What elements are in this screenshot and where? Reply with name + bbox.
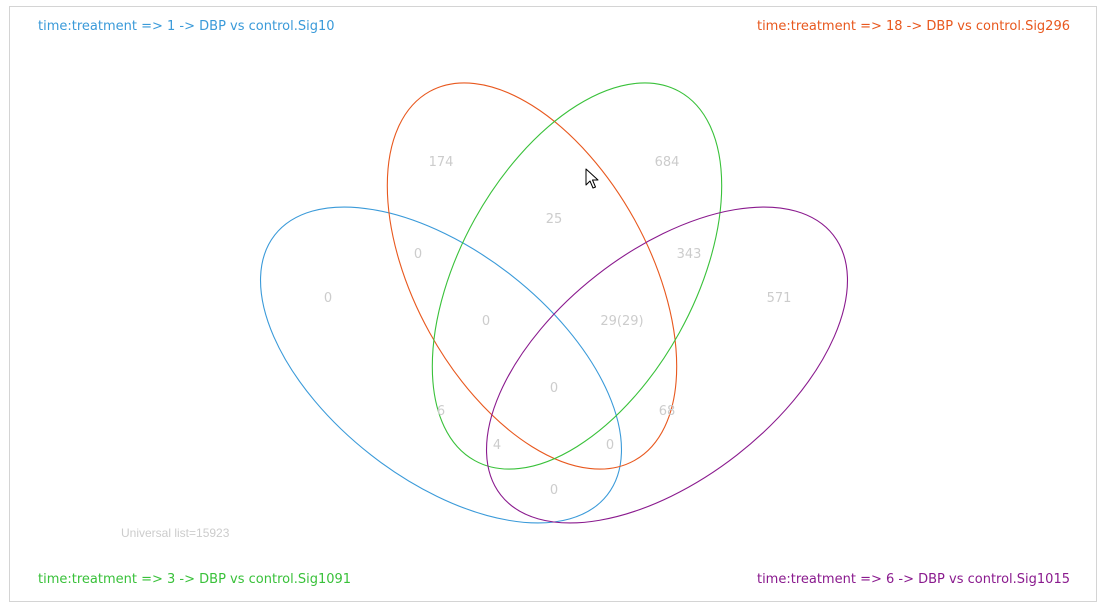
region-count-1-3-6: 4: [493, 438, 501, 453]
region-count-3-only: 684: [655, 155, 680, 170]
universal-list-count: Universal list=15923: [121, 526, 230, 540]
region-count-1-3: 6: [437, 404, 445, 419]
region-count-1-18: 0: [414, 247, 422, 262]
region-count-18-3-6: 29(29): [600, 314, 643, 329]
region-count-6-only: 571: [767, 291, 792, 306]
region-count-1-18-3: 0: [482, 314, 490, 329]
region-count-3-6: 343: [677, 247, 702, 262]
region-count-all: 0: [550, 381, 558, 396]
region-count-1-6: 0: [550, 483, 558, 498]
mouse-cursor-icon: [585, 168, 599, 189]
set-ellipse-18[interactable]: [327, 35, 736, 518]
region-count-1-only: 0: [324, 291, 332, 306]
set-ellipse-3[interactable]: [372, 35, 781, 518]
region-count-1-18-6: 0: [606, 438, 614, 453]
region-count-18-only: 174: [429, 155, 454, 170]
region-count-18-3: 25: [546, 212, 563, 227]
venn-diagram: 174 684 25 0 343 0 571 0 29(29) 0 6 68 4…: [259, 35, 849, 524]
region-count-18-6: 68: [659, 404, 676, 419]
